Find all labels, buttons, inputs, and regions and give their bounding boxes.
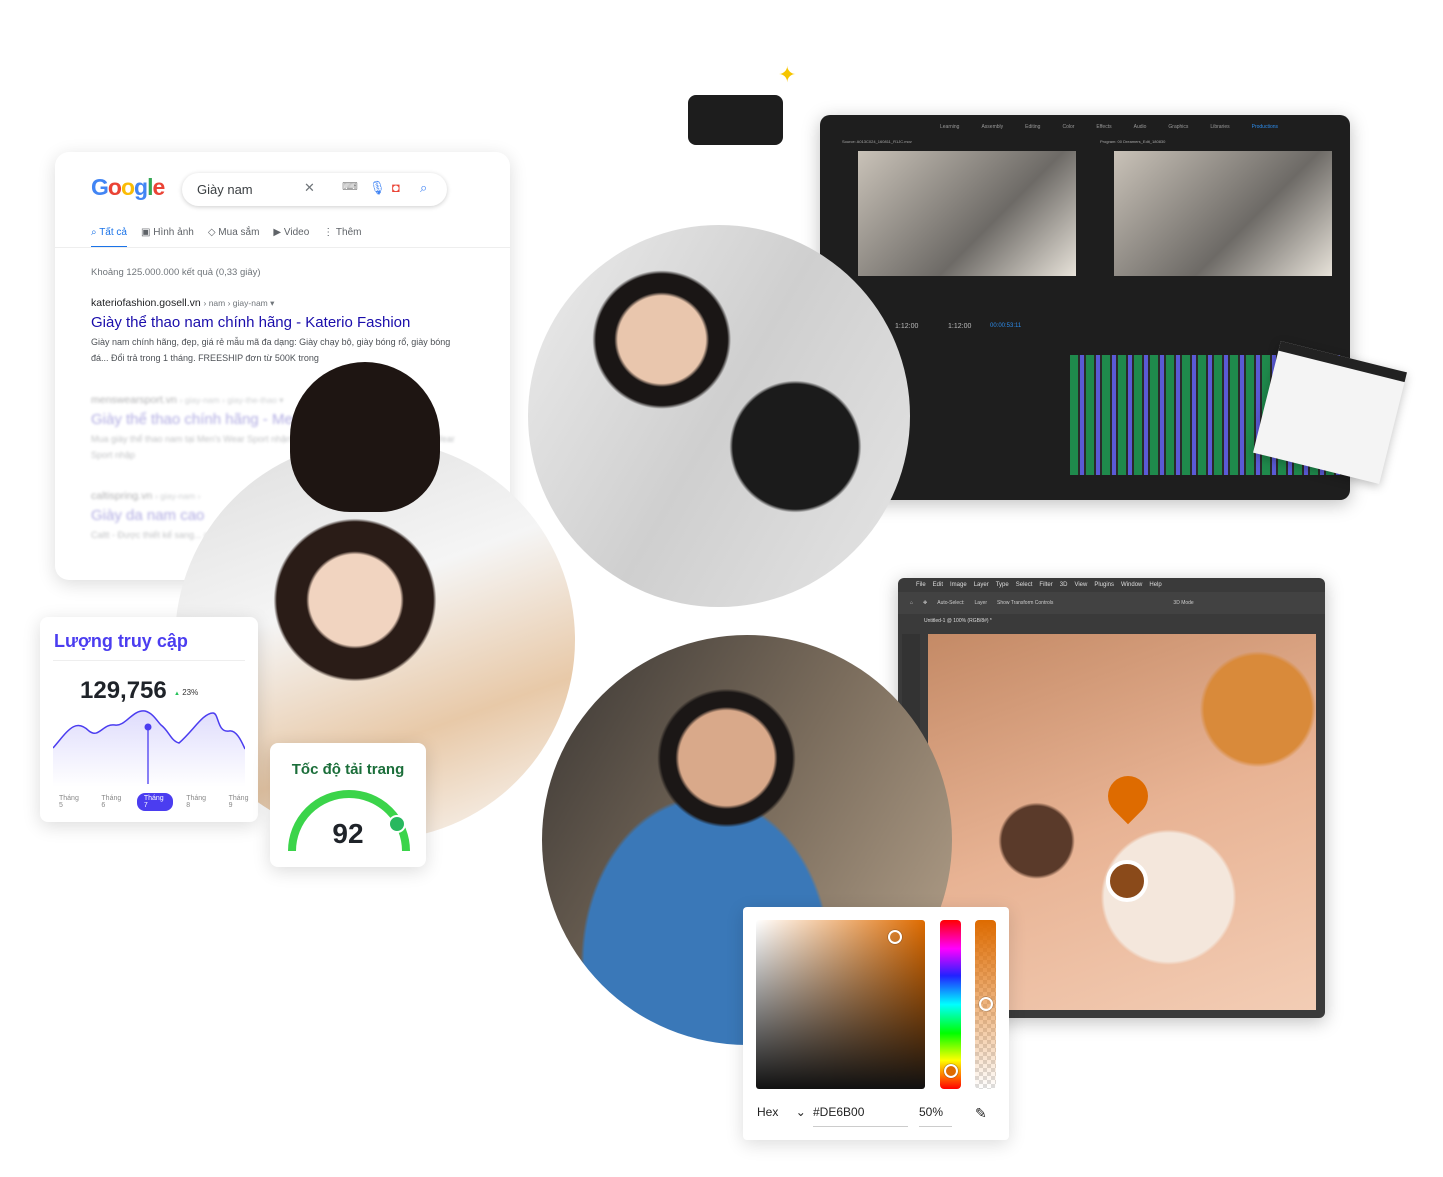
home-icon[interactable]: ⌂ (910, 600, 913, 606)
color-mode-select[interactable]: Hex ⌄ (757, 1105, 806, 1119)
tab-images[interactable]: ▣ Hình ảnh (141, 227, 194, 248)
hex-input[interactable]: #DE6B00 (813, 1105, 864, 1119)
workspace-bar: Learning Assembly Editing Color Effects Audio… (940, 124, 1279, 130)
divider (53, 660, 245, 661)
tab-all[interactable]: ⌕ Tất cả (91, 227, 127, 248)
search-result: kateriofashion.gosell.vn › nam › giay-na… (91, 297, 461, 366)
camera-on-tripod (688, 95, 783, 145)
divider (55, 247, 510, 248)
traffic-card: Lượng truy cập 129,756 ▲ 23% Tháng 5 Thán… (40, 617, 258, 822)
speed-score: 92 (332, 818, 364, 849)
source-monitor (858, 151, 1076, 276)
search-icon[interactable]: ⌕ (420, 180, 427, 196)
hue-handle[interactable] (944, 1064, 958, 1078)
tab-video[interactable]: ▶ Video (273, 227, 309, 248)
cursor-point[interactable] (144, 723, 152, 731)
traffic-value: 129,756 (80, 677, 167, 704)
month-selector: Tháng 5 Tháng 6 Tháng 7 Tháng 8 Tháng 9 (59, 793, 249, 811)
eyedropper-icon[interactable]: ✎ (975, 1105, 987, 1122)
result-stats: Khoảng 125.000.000 kết quả (0,33 giây) (91, 267, 261, 278)
sample-loupe (1106, 860, 1148, 902)
search-input[interactable]: Giày nam ✕ ⌨ 🎙 ◘ ⌕ (182, 173, 447, 206)
sv-handle[interactable] (888, 930, 902, 944)
opacity-handle[interactable] (979, 997, 993, 1011)
color-picker: Hex ⌄ #DE6B00 50% ✎ (743, 907, 1009, 1140)
saturation-value-field[interactable] (756, 920, 925, 1089)
menu-bar: File Edit Image Layer Type Select Filter 3D View… (916, 582, 1162, 588)
close-icon[interactable]: ✕ (304, 180, 315, 196)
page-speed-card: Tốc độ tải trang 92 (270, 743, 426, 867)
traffic-change: ▲ 23% (174, 688, 199, 697)
mic-icon[interactable]: 🎙 (369, 180, 386, 196)
traffic-sparkline (53, 710, 245, 787)
result-title-link[interactable]: Giày thể thao nam chính hãng - Katerio F… (91, 314, 461, 331)
chevron-down-icon: ⌄ (795, 1105, 806, 1119)
google-logo: Google (91, 174, 165, 200)
keyboard-icon[interactable]: ⌨ (342, 180, 358, 193)
document-tab[interactable]: Untitled-1 @ 100% (RGB/8#) * (898, 614, 1325, 628)
up-arrow-icon: ▲ (174, 691, 180, 697)
tab-more[interactable]: ⋮ Thêm (323, 227, 361, 248)
speed-title: Tốc độ tải trang (291, 761, 405, 778)
opacity-input[interactable]: 50% (919, 1105, 943, 1119)
search-tabs: ⌕ Tất cả ▣ Hình ảnh ◇ Mua sắm ▶ Video ⋮ … (91, 227, 361, 248)
woman-hair (290, 362, 440, 512)
options-bar: ⌂ ✥ Auto-Select: Layer Show Transform Contr… (898, 592, 1325, 614)
program-monitor (1114, 151, 1332, 276)
videographer-photo (528, 225, 910, 607)
traffic-title: Lượng truy cập (54, 631, 188, 651)
area-fill (53, 710, 245, 787)
move-icon[interactable]: ✥ (923, 600, 927, 606)
camera-icon[interactable]: ◘ (392, 180, 400, 195)
sparkle-icon: ✦ (778, 62, 797, 87)
tab-shopping[interactable]: ◇ Mua sắm (208, 227, 260, 248)
